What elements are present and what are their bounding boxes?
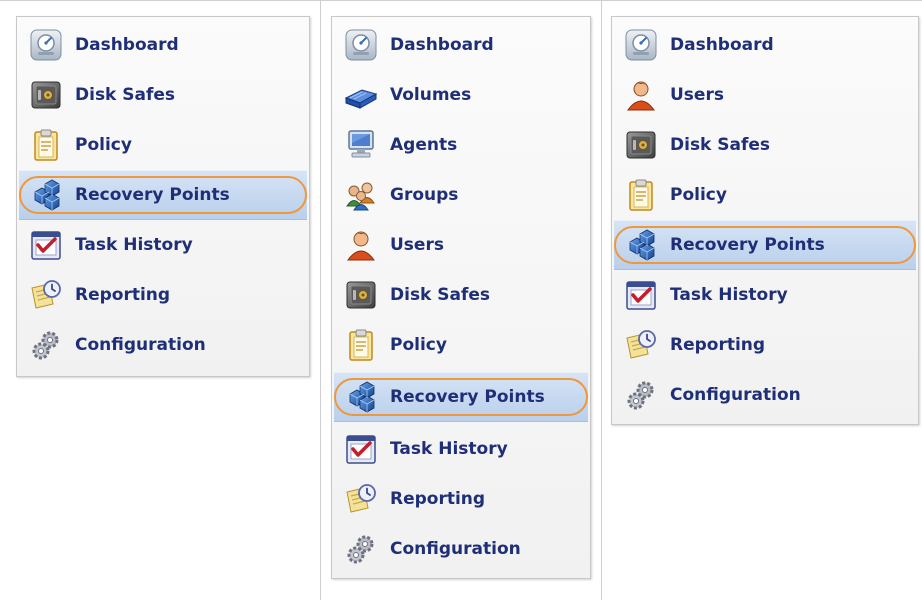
nav-item-disk-safes[interactable]: Disk Safes xyxy=(19,70,307,120)
nav-item-label: Reporting xyxy=(390,489,486,509)
nav-item-users[interactable]: Users xyxy=(334,220,588,270)
nav-item-configuration[interactable]: Configuration xyxy=(614,370,916,420)
nav-item-label: Reporting xyxy=(670,335,766,355)
nav-item-recovery-points[interactable]: Recovery Points xyxy=(614,220,916,270)
navigation-panel-admin: Dashboard Disk Safes Policy Recovery Poi… xyxy=(16,16,310,377)
disk-safe-icon xyxy=(31,81,61,109)
task-history-icon xyxy=(346,435,376,464)
nav-item-label: Task History xyxy=(75,235,193,255)
nav-item-volumes[interactable]: Volumes xyxy=(334,70,588,120)
users-icon xyxy=(627,81,655,111)
nav-item-disk-safes[interactable]: Disk Safes xyxy=(614,120,916,170)
policy-icon xyxy=(629,179,653,211)
nav-item-groups[interactable]: Groups xyxy=(334,170,588,220)
nav-item-task-history[interactable]: Task History xyxy=(19,220,307,270)
nav-item-label: Groups xyxy=(390,185,459,205)
nav-item-label: Disk Safes xyxy=(75,85,176,105)
navigation-panel-superuser: Dashboard Volumes Agents Groups Users Di… xyxy=(331,16,591,579)
nav-item-configuration[interactable]: Configuration xyxy=(334,524,588,574)
nav-item-label: Users xyxy=(390,235,444,255)
users-icon xyxy=(347,231,375,261)
column-divider xyxy=(601,0,602,600)
top-border xyxy=(0,0,922,1)
nav-item-agents[interactable]: Agents xyxy=(334,120,588,170)
nav-item-reporting[interactable]: Reporting xyxy=(334,474,588,524)
recovery-points-icon xyxy=(34,179,60,211)
reporting-icon xyxy=(626,330,656,359)
nav-item-policy[interactable]: Policy xyxy=(19,120,307,170)
nav-item-disk-safes[interactable]: Disk Safes xyxy=(334,270,588,320)
groups-icon xyxy=(346,182,375,211)
nav-item-label: Reporting xyxy=(75,285,171,305)
volumes-icon xyxy=(344,89,378,109)
policy-icon xyxy=(349,329,373,361)
configuration-icon xyxy=(32,331,59,360)
policy-icon xyxy=(34,129,58,161)
nav-item-label: Dashboard xyxy=(75,35,179,55)
nav-item-label: Configuration xyxy=(390,539,521,559)
nav-item-label: Policy xyxy=(75,135,132,155)
configuration-icon xyxy=(627,381,654,410)
nav-item-label: Volumes xyxy=(390,85,472,105)
nav-item-label: Task History xyxy=(390,439,508,459)
nav-item-label: Recovery Points xyxy=(670,235,825,255)
nav-item-users[interactable]: Users xyxy=(614,70,916,120)
nav-item-dashboard[interactable]: Dashboard xyxy=(334,20,588,70)
nav-item-label: Disk Safes xyxy=(390,285,491,305)
reporting-icon xyxy=(31,280,61,309)
nav-item-recovery-points[interactable]: Recovery Points xyxy=(334,372,588,422)
nav-item-recovery-points[interactable]: Recovery Points xyxy=(19,170,307,220)
nav-item-task-history[interactable]: Task History xyxy=(614,270,916,320)
nav-item-label: Disk Safes xyxy=(670,135,771,155)
nav-item-label: Agents xyxy=(390,135,458,155)
nav-item-reporting[interactable]: Reporting xyxy=(614,320,916,370)
nav-item-policy[interactable]: Policy xyxy=(614,170,916,220)
nav-item-reporting[interactable]: Reporting xyxy=(19,270,307,320)
dashboard-icon xyxy=(345,29,377,61)
nav-item-label: Recovery Points xyxy=(390,387,545,407)
nav-item-label: Users xyxy=(670,85,724,105)
nav-item-configuration[interactable]: Configuration xyxy=(19,320,307,370)
column-divider xyxy=(320,0,321,600)
task-history-icon xyxy=(626,281,656,310)
disk-safe-icon xyxy=(626,131,656,159)
nav-item-label: Dashboard xyxy=(390,35,494,55)
agents-icon xyxy=(348,130,374,158)
nav-item-policy[interactable]: Policy xyxy=(334,320,588,370)
nav-item-label: Recovery Points xyxy=(75,185,230,205)
recovery-points-icon xyxy=(349,381,375,413)
nav-item-label: Configuration xyxy=(670,385,801,405)
nav-item-label: Policy xyxy=(390,335,447,355)
configuration-icon xyxy=(347,535,374,564)
reporting-icon xyxy=(346,484,376,513)
nav-item-dashboard[interactable]: Dashboard xyxy=(19,20,307,70)
nav-item-label: Task History xyxy=(670,285,788,305)
recovery-points-icon xyxy=(629,229,655,261)
disk-safe-icon xyxy=(346,281,376,309)
task-history-icon xyxy=(31,231,61,260)
nav-item-label: Configuration xyxy=(75,335,206,355)
dashboard-icon xyxy=(30,29,62,61)
nav-item-label: Dashboard xyxy=(670,35,774,55)
nav-item-label: Policy xyxy=(670,185,727,205)
navigation-panel-customer: Dashboard Users Disk Safes Policy Recove… xyxy=(611,16,919,425)
nav-item-task-history[interactable]: Task History xyxy=(334,424,588,474)
nav-item-dashboard[interactable]: Dashboard xyxy=(614,20,916,70)
dashboard-icon xyxy=(625,29,657,61)
